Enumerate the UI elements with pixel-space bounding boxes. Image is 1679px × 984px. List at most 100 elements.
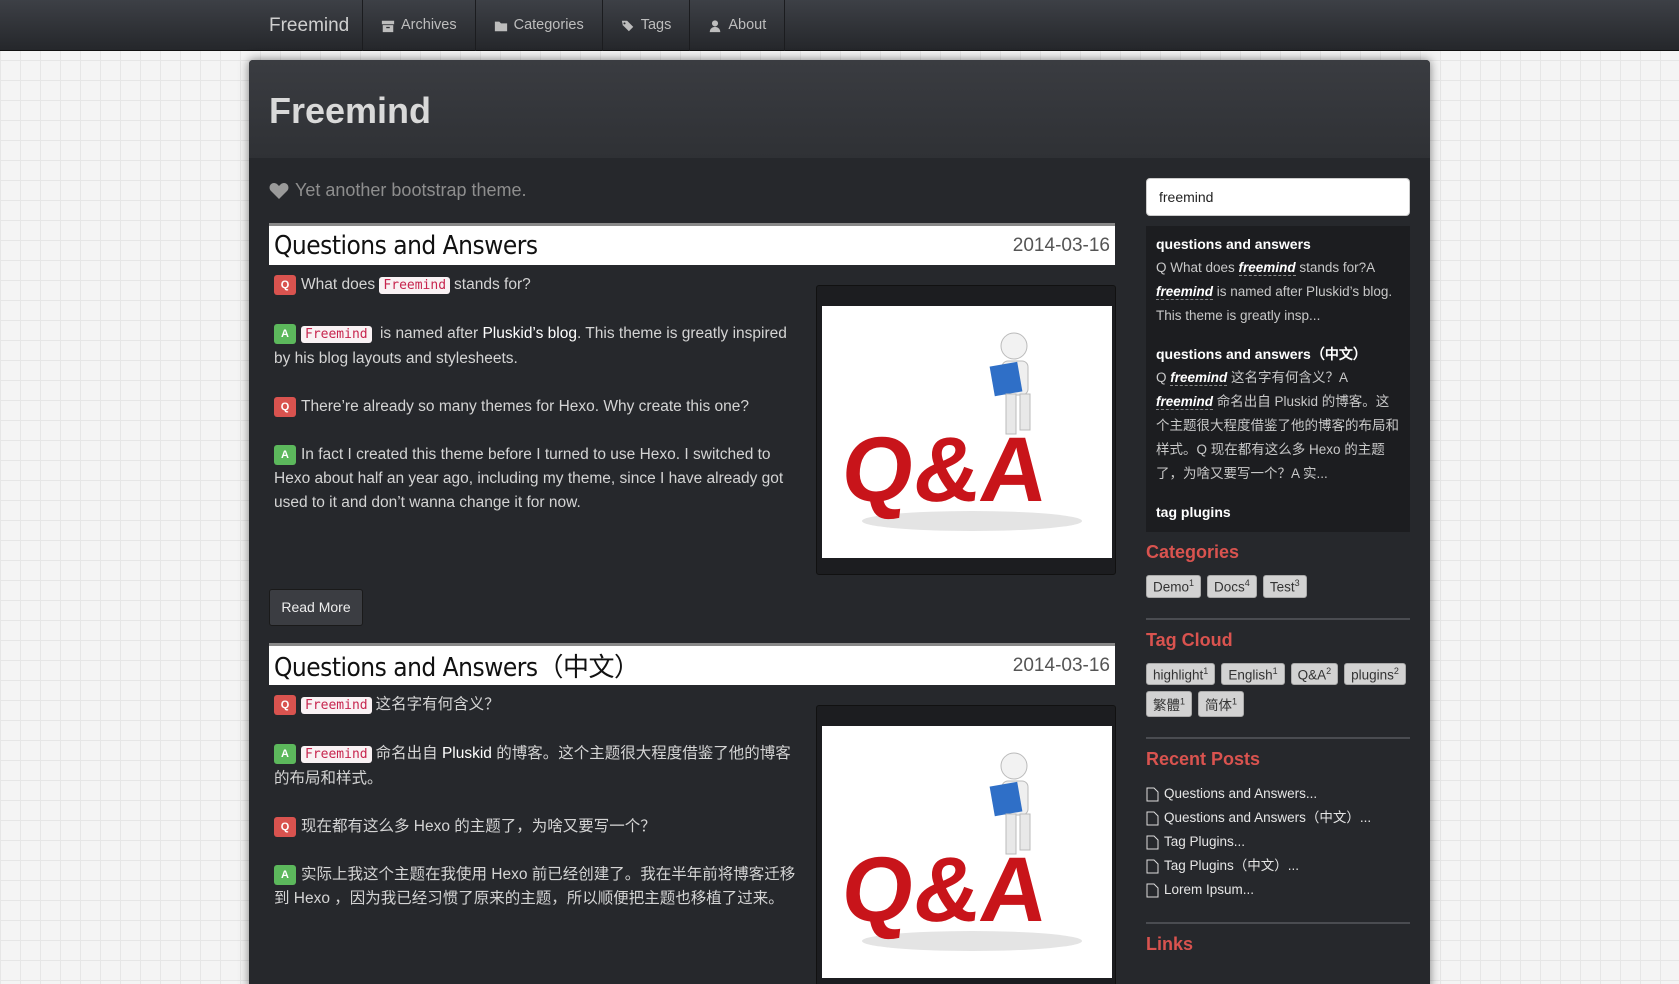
divider — [1146, 922, 1410, 924]
recent-post-item[interactable]: Tag Plugins... — [1146, 830, 1410, 854]
question: Q 现在都有这么多 Hexo 的主题了，为啥又要写一个？ — [274, 815, 804, 839]
tagcloud-heading: Tag Cloud — [1146, 629, 1233, 650]
tag-cloud-item[interactable]: 简体1 — [1198, 691, 1245, 717]
divider — [1146, 617, 1410, 620]
answer-badge: A — [274, 744, 296, 764]
qa-illustration: Q&A — [837, 332, 1082, 531]
article-body: Q What does Freemind stands for? A Freemind… — [269, 265, 1116, 585]
tags-icon — [621, 20, 633, 31]
code-inline: Freemind — [301, 746, 372, 763]
file-icon — [1146, 787, 1159, 801]
qa-logo-text: Q&A — [837, 417, 1052, 521]
article-title[interactable]: Questions and Answers（中文） — [274, 647, 640, 684]
page-header: Freemind — [249, 60, 1430, 158]
code-inline: Freemind — [301, 697, 372, 714]
question: Q There’re already so many themes for Hex… — [274, 395, 804, 419]
archive-icon — [381, 20, 395, 32]
recent-post-item[interactable]: Questions and Answers... — [1146, 782, 1410, 806]
answer: A In fact I created this theme before I t… — [274, 445, 784, 511]
answer: A 实际上我这个主题在我使用 Hexo 前已经创建了。我在半年前将博客迁移到 He… — [274, 865, 796, 907]
tag-cloud-item[interactable]: Q&A2 — [1290, 662, 1339, 685]
user-icon — [710, 19, 721, 32]
answer: A Freemind is named after Pluskid’s blog.… — [274, 324, 787, 367]
sidebar: questions and answers Q What does freemi… — [1146, 178, 1410, 967]
qa-image: Q&A — [822, 306, 1112, 558]
links-heading: Links — [1146, 934, 1194, 954]
category-tag[interactable]: Docs4 — [1207, 575, 1257, 598]
search-input[interactable] — [1146, 178, 1410, 216]
code-inline: Freemind — [379, 277, 451, 294]
read-more-button[interactable]: Read More — [269, 589, 363, 626]
qa-illustration: Q&A — [837, 752, 1082, 951]
tag-cloud-item[interactable]: English1 — [1221, 662, 1285, 685]
recent-post-item[interactable]: Tag Plugins（中文）... — [1146, 854, 1410, 878]
article-title-bar: Questions and Answers 2014-03-16 — [269, 223, 1115, 265]
search-result[interactable]: questions and answers（中文） Q freemind 这名字… — [1156, 342, 1400, 486]
nav-items: Archives Categories Tags About — [362, 0, 786, 51]
folder-icon — [494, 21, 507, 31]
search-results: questions and answers Q What does freemi… — [1146, 226, 1410, 532]
question-badge: Q — [274, 695, 296, 715]
search-result[interactable]: questions and answers Q What does freemi… — [1156, 232, 1400, 328]
nav-item-categories[interactable]: Categories — [474, 0, 602, 51]
file-icon — [1146, 859, 1159, 873]
question: Q What does Freemind stands for? — [274, 273, 804, 298]
nav-item-about[interactable]: About — [689, 0, 786, 51]
article: Questions and Answers（中文） 2014-03-16 Q Fr… — [269, 643, 1116, 984]
file-icon — [1146, 835, 1159, 849]
tag-cloud-item[interactable]: 繁體1 — [1146, 691, 1193, 717]
nav-item-label: Tags — [640, 17, 672, 33]
recent-post-item[interactable]: Questions and Answers（中文）... — [1146, 806, 1410, 830]
tagline-text: Yet another bootstrap theme. — [295, 180, 527, 200]
answer: A Freemind 命名出自 Pluskid 的博客。这个主题很大程度借鉴了他的博… — [274, 744, 791, 787]
pluskid-link[interactable]: Pluskid’s blog — [482, 325, 577, 342]
tag-cloud-item[interactable]: plugins2 — [1344, 662, 1406, 685]
question-badge: Q — [274, 397, 296, 417]
question: Q Freemind 这名字有何含义？ — [274, 693, 804, 718]
code-inline: Freemind — [301, 326, 372, 343]
nav-item-label: About — [728, 17, 767, 33]
result-title: questions and answers（中文） — [1156, 346, 1367, 362]
article-text: Q What does Freemind stands for? A Freemind… — [274, 273, 804, 539]
qa-image: Q&A — [822, 726, 1112, 978]
categories-heading: Categories — [1146, 542, 1240, 562]
nav-item-archives[interactable]: Archives — [362, 0, 475, 51]
category-list: Demo1 Docs4 Test3 — [1146, 575, 1410, 598]
recent-posts-list: Questions and Answers... Questions and A… — [1146, 782, 1410, 902]
article-image-frame: Q&A — [816, 285, 1116, 575]
search-result[interactable]: tag plugins — [1156, 500, 1400, 524]
article-title[interactable]: Questions and Answers — [274, 231, 538, 261]
nav-item-label: Archives — [401, 17, 457, 33]
pluskid-link[interactable]: Pluskid — [442, 745, 492, 762]
recent-post-item[interactable]: Lorem Ipsum... — [1146, 878, 1410, 902]
category-tag[interactable]: Test3 — [1262, 575, 1307, 598]
divider — [1146, 737, 1410, 739]
file-icon — [1146, 883, 1159, 897]
site-title: Freemind — [269, 90, 432, 131]
category-tag[interactable]: Demo1 — [1146, 575, 1202, 598]
article-date: 2014-03-16 — [1012, 654, 1110, 676]
tag-cloud: highlight1 English1 Q&A2 plugins2 繁體1 简体… — [1146, 662, 1410, 717]
article-text: Q Freemind 这名字有何含义？ A Freemind 命名出自 Pluskid … — [274, 693, 804, 935]
result-title: questions and answers — [1156, 236, 1311, 252]
result-snippet: Q freemind 这名字有何含义？A freemind 命名出自 Plusk… — [1156, 370, 1399, 481]
file-icon — [1146, 811, 1159, 825]
answer-badge: A — [274, 445, 296, 465]
article-image-frame: Q&A — [816, 705, 1116, 984]
article-body: Q Freemind 这名字有何含义？ A Freemind 命名出自 Pluskid … — [269, 685, 1116, 984]
tag-cloud-item[interactable]: highlight1 — [1146, 662, 1216, 685]
result-title: tag plugins — [1156, 504, 1231, 520]
recent-posts-heading: Recent Posts — [1146, 749, 1261, 769]
heart-icon — [269, 182, 289, 199]
qa-logo-text: Q&A — [837, 837, 1052, 941]
article-title-bar: Questions and Answers（中文） 2014-03-16 — [269, 643, 1115, 685]
answer-badge: A — [274, 865, 296, 885]
nav-item-tags[interactable]: Tags — [601, 0, 690, 51]
tagline: Yet another bootstrap theme. — [269, 180, 527, 201]
main-container: Freemind Yet another bootstrap theme. Qu… — [249, 60, 1430, 984]
article-date: 2014-03-16 — [1012, 234, 1110, 256]
question-badge: Q — [274, 817, 296, 837]
navbar-brand[interactable]: Freemind — [269, 0, 349, 51]
question-badge: Q — [274, 275, 296, 295]
navbar: Freemind Archives Categories Tags About — [0, 0, 1679, 51]
